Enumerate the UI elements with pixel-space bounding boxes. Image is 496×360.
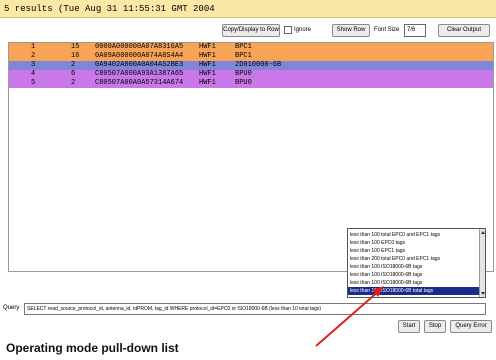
annotation-arrow-icon [315, 286, 384, 347]
rfid-query-window: 5 results (Tue Aug 31 11:55:31 GMT 2004 … [0, 0, 496, 360]
